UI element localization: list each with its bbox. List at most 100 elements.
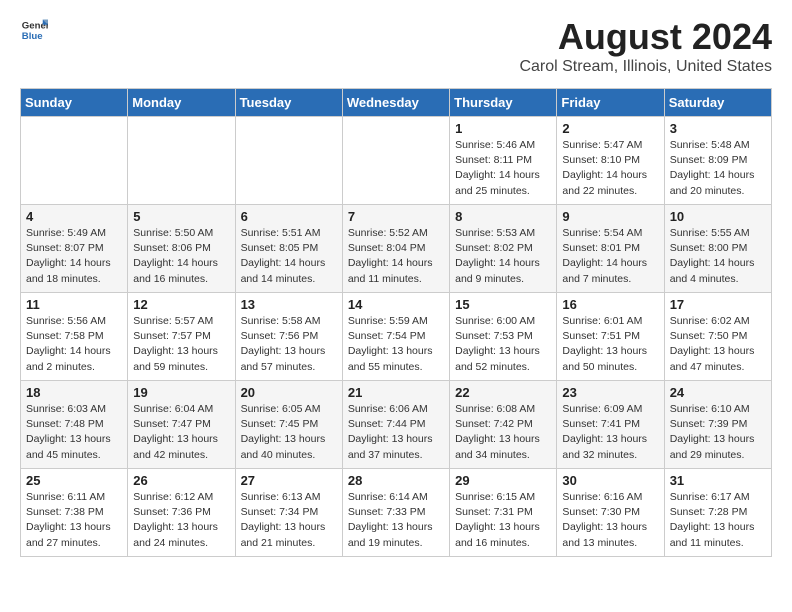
- column-header-tuesday: Tuesday: [235, 89, 342, 117]
- calendar-cell: 25 Sunrise: 6:11 AM Sunset: 7:38 PM Dayli…: [21, 469, 128, 557]
- calendar-cell: 5Sunrise: 5:50 AM Sunset: 8:06 PM Daylig…: [128, 205, 235, 293]
- day-number: 18: [26, 385, 122, 400]
- day-number: 3: [670, 121, 766, 136]
- calendar-cell: 17 Sunrise: 6:02 AM Sunset: 7:50 PM Dayli…: [664, 293, 771, 381]
- svg-text:Blue: Blue: [22, 31, 43, 42]
- location-title: Carol Stream, Illinois, United States: [519, 58, 772, 76]
- column-header-sunday: Sunday: [21, 89, 128, 117]
- cell-content: Sunrise: 6:03 AM Sunset: 7:48 PM Dayligh…: [26, 402, 122, 463]
- cell-content: Sunrise: 6:11 AM Sunset: 7:38 PM Dayligh…: [26, 490, 122, 551]
- calendar-cell: 22 Sunrise: 6:08 AM Sunset: 7:42 PM Dayli…: [450, 381, 557, 469]
- calendar-cell: 29 Sunrise: 6:15 AM Sunset: 7:31 PM Dayli…: [450, 469, 557, 557]
- day-number: 5: [133, 209, 229, 224]
- week-row-3: 11Sunrise: 5:56 AM Sunset: 7:58 PM Dayli…: [21, 293, 772, 381]
- calendar-cell: [128, 117, 235, 205]
- calendar-cell: 8Sunrise: 5:53 AM Sunset: 8:02 PM Daylig…: [450, 205, 557, 293]
- calendar-cell: 3 Sunrise: 5:48 AM Sunset: 8:09 PM Daylig…: [664, 117, 771, 205]
- cell-content: Sunrise: 6:04 AM Sunset: 7:47 PM Dayligh…: [133, 402, 229, 463]
- calendar-cell: 12 Sunrise: 5:57 AM Sunset: 7:57 PM Dayli…: [128, 293, 235, 381]
- cell-content: Sunrise: 5:55 AM Sunset: 8:00 PM Dayligh…: [670, 226, 766, 287]
- column-header-wednesday: Wednesday: [342, 89, 449, 117]
- day-number: 16: [562, 297, 658, 312]
- day-number: 25: [26, 473, 122, 488]
- cell-content: Sunrise: 5:53 AM Sunset: 8:02 PM Dayligh…: [455, 226, 551, 287]
- calendar-cell: 23 Sunrise: 6:09 AM Sunset: 7:41 PM Dayli…: [557, 381, 664, 469]
- calendar-table: SundayMondayTuesdayWednesdayThursdayFrid…: [20, 88, 772, 557]
- cell-content: Sunrise: 6:15 AM Sunset: 7:31 PM Dayligh…: [455, 490, 551, 551]
- cell-content: Sunrise: 6:13 AM Sunset: 7:34 PM Dayligh…: [241, 490, 337, 551]
- calendar-cell: 27 Sunrise: 6:13 AM Sunset: 7:34 PM Dayli…: [235, 469, 342, 557]
- calendar-cell: 4 Sunrise: 5:49 AM Sunset: 8:07 PM Daylig…: [21, 205, 128, 293]
- calendar-cell: 9 Sunrise: 5:54 AM Sunset: 8:01 PM Daylig…: [557, 205, 664, 293]
- column-header-friday: Friday: [557, 89, 664, 117]
- calendar-cell: 2 Sunrise: 5:47 AM Sunset: 8:10 PM Daylig…: [557, 117, 664, 205]
- logo: General Blue: [20, 16, 48, 44]
- header-row: SundayMondayTuesdayWednesdayThursdayFrid…: [21, 89, 772, 117]
- logo-icon: General Blue: [20, 16, 48, 44]
- cell-content: Sunrise: 5:47 AM Sunset: 8:10 PM Dayligh…: [562, 138, 658, 199]
- day-number: 2: [562, 121, 658, 136]
- day-number: 23: [562, 385, 658, 400]
- calendar-cell: 24Sunrise: 6:10 AM Sunset: 7:39 PM Dayli…: [664, 381, 771, 469]
- calendar-cell: 19 Sunrise: 6:04 AM Sunset: 7:47 PM Dayli…: [128, 381, 235, 469]
- week-row-2: 4 Sunrise: 5:49 AM Sunset: 8:07 PM Daylig…: [21, 205, 772, 293]
- calendar-cell: 26 Sunrise: 6:12 AM Sunset: 7:36 PM Dayli…: [128, 469, 235, 557]
- day-number: 31: [670, 473, 766, 488]
- day-number: 10: [670, 209, 766, 224]
- calendar-cell: [21, 117, 128, 205]
- day-number: 17: [670, 297, 766, 312]
- day-number: 12: [133, 297, 229, 312]
- day-number: 6: [241, 209, 337, 224]
- week-row-4: 18 Sunrise: 6:03 AM Sunset: 7:48 PM Dayli…: [21, 381, 772, 469]
- day-number: 28: [348, 473, 444, 488]
- calendar-cell: 10 Sunrise: 5:55 AM Sunset: 8:00 PM Dayli…: [664, 205, 771, 293]
- cell-content: Sunrise: 6:09 AM Sunset: 7:41 PM Dayligh…: [562, 402, 658, 463]
- cell-content: Sunrise: 5:57 AM Sunset: 7:57 PM Dayligh…: [133, 314, 229, 375]
- month-title: August 2024: [519, 16, 772, 58]
- cell-content: Sunrise: 5:58 AM Sunset: 7:56 PM Dayligh…: [241, 314, 337, 375]
- cell-content: Sunrise: 6:12 AM Sunset: 7:36 PM Dayligh…: [133, 490, 229, 551]
- calendar-cell: 31 Sunrise: 6:17 AM Sunset: 7:28 PM Dayli…: [664, 469, 771, 557]
- cell-content: Sunrise: 5:48 AM Sunset: 8:09 PM Dayligh…: [670, 138, 766, 199]
- cell-content: Sunrise: 5:51 AM Sunset: 8:05 PM Dayligh…: [241, 226, 337, 287]
- cell-content: Sunrise: 5:52 AM Sunset: 8:04 PM Dayligh…: [348, 226, 444, 287]
- calendar-cell: 14 Sunrise: 5:59 AM Sunset: 7:54 PM Dayli…: [342, 293, 449, 381]
- calendar-cell: 16 Sunrise: 6:01 AM Sunset: 7:51 PM Dayli…: [557, 293, 664, 381]
- calendar-cell: 30 Sunrise: 6:16 AM Sunset: 7:30 PM Dayli…: [557, 469, 664, 557]
- day-number: 7: [348, 209, 444, 224]
- day-number: 29: [455, 473, 551, 488]
- cell-content: Sunrise: 6:16 AM Sunset: 7:30 PM Dayligh…: [562, 490, 658, 551]
- day-number: 13: [241, 297, 337, 312]
- cell-content: Sunrise: 6:00 AM Sunset: 7:53 PM Dayligh…: [455, 314, 551, 375]
- cell-content: Sunrise: 6:17 AM Sunset: 7:28 PM Dayligh…: [670, 490, 766, 551]
- column-header-thursday: Thursday: [450, 89, 557, 117]
- day-number: 21: [348, 385, 444, 400]
- week-row-1: 1 Sunrise: 5:46 AM Sunset: 8:11 PM Daylig…: [21, 117, 772, 205]
- day-number: 19: [133, 385, 229, 400]
- cell-content: Sunrise: 6:08 AM Sunset: 7:42 PM Dayligh…: [455, 402, 551, 463]
- cell-content: Sunrise: 5:54 AM Sunset: 8:01 PM Dayligh…: [562, 226, 658, 287]
- cell-content: Sunrise: 6:02 AM Sunset: 7:50 PM Dayligh…: [670, 314, 766, 375]
- day-number: 30: [562, 473, 658, 488]
- day-number: 26: [133, 473, 229, 488]
- cell-content: Sunrise: 5:59 AM Sunset: 7:54 PM Dayligh…: [348, 314, 444, 375]
- day-number: 22: [455, 385, 551, 400]
- cell-content: Sunrise: 6:01 AM Sunset: 7:51 PM Dayligh…: [562, 314, 658, 375]
- day-number: 27: [241, 473, 337, 488]
- calendar-cell: 1 Sunrise: 5:46 AM Sunset: 8:11 PM Daylig…: [450, 117, 557, 205]
- calendar-cell: 20 Sunrise: 6:05 AM Sunset: 7:45 PM Dayli…: [235, 381, 342, 469]
- cell-content: Sunrise: 5:46 AM Sunset: 8:11 PM Dayligh…: [455, 138, 551, 199]
- column-header-monday: Monday: [128, 89, 235, 117]
- day-number: 9: [562, 209, 658, 224]
- calendar-cell: 21Sunrise: 6:06 AM Sunset: 7:44 PM Dayli…: [342, 381, 449, 469]
- calendar-cell: [235, 117, 342, 205]
- day-number: 20: [241, 385, 337, 400]
- day-number: 14: [348, 297, 444, 312]
- day-number: 1: [455, 121, 551, 136]
- cell-content: Sunrise: 6:05 AM Sunset: 7:45 PM Dayligh…: [241, 402, 337, 463]
- cell-content: Sunrise: 5:49 AM Sunset: 8:07 PM Dayligh…: [26, 226, 122, 287]
- day-number: 4: [26, 209, 122, 224]
- calendar-cell: 28Sunrise: 6:14 AM Sunset: 7:33 PM Dayli…: [342, 469, 449, 557]
- cell-content: Sunrise: 6:10 AM Sunset: 7:39 PM Dayligh…: [670, 402, 766, 463]
- calendar-cell: 18 Sunrise: 6:03 AM Sunset: 7:48 PM Dayli…: [21, 381, 128, 469]
